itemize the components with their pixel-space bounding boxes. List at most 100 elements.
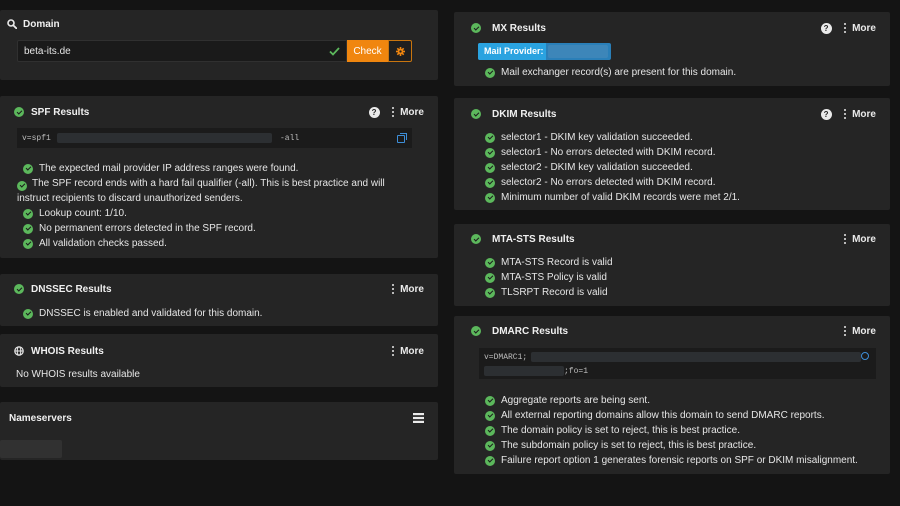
copy-icon[interactable] (861, 352, 869, 360)
dkim-title: DKIM Results (492, 108, 557, 120)
copy-icon[interactable] (397, 132, 407, 143)
settings-button[interactable] (388, 40, 412, 62)
success-check-icon (485, 132, 495, 143)
domain-input[interactable] (24, 44, 314, 58)
success-check-icon (23, 223, 33, 234)
mtasts-more-button[interactable]: More (843, 233, 876, 245)
mtasts-results-list: MTA-STS Record is valid MTA-STS Policy i… (485, 255, 880, 300)
dnssec-card: DNSSEC Results More DNSSEC is enabled an… (0, 274, 438, 326)
dmarc-results-list: Aggregate reports are being sent. All ex… (485, 393, 880, 468)
valid-check-icon (329, 47, 340, 56)
domain-card: Domain Check (0, 10, 438, 80)
mx-title: MX Results (492, 22, 546, 34)
mtasts-status-icon (471, 234, 481, 244)
spf-result-item: All validation checks passed. (23, 236, 408, 251)
success-check-icon (485, 287, 495, 298)
dkim-result-item: selector1 - DKIM key validation succeede… (485, 130, 880, 145)
kebab-icon (843, 22, 847, 34)
spf-result-item: Lookup count: 1/10. (23, 206, 408, 221)
spf-title: SPF Results (31, 106, 90, 118)
dmarc-record-prefix: v=DMARC1; (484, 353, 528, 362)
table-icon[interactable] (413, 413, 424, 423)
success-check-icon (485, 395, 495, 406)
domain-header: Domain (0, 10, 438, 38)
dmarc-title: DMARC Results (492, 325, 569, 337)
dnssec-result-item: DNSSEC is enabled and validated for this… (23, 306, 428, 321)
spf-status-icon (14, 107, 24, 117)
mtasts-result-item: TLSRPT Record is valid (485, 285, 880, 300)
dmarc-more-button[interactable]: More (843, 325, 876, 337)
success-check-icon (485, 177, 495, 188)
help-icon[interactable]: ? (820, 22, 832, 34)
dkim-results-list: selector1 - DKIM key validation succeede… (485, 130, 880, 205)
dnssec-more-button[interactable]: More (391, 284, 424, 295)
mail-provider-redacted (548, 45, 608, 58)
nameservers-header: Nameservers (0, 404, 438, 432)
mtasts-result-item: MTA-STS Policy is valid (485, 270, 880, 285)
dmarc-result-item: The domain policy is set to reject, this… (485, 423, 880, 438)
mx-result-item: Mail exchanger record(s) are present for… (485, 65, 880, 80)
spf-result-item: The expected mail provider IP address ra… (23, 161, 408, 176)
check-button[interactable]: Check (347, 40, 388, 62)
domain-input-wrap (17, 40, 347, 62)
kebab-icon (843, 233, 847, 245)
dmarc-result-item: All external reporting domains allow thi… (485, 408, 880, 423)
globe-icon (14, 346, 24, 356)
kebab-icon (843, 108, 847, 120)
success-check-icon (485, 272, 495, 283)
mx-card: MX Results ? More Mail Provider: Mail ex… (454, 12, 890, 86)
spf-more-label: More (400, 106, 424, 118)
whois-more-button[interactable]: More (391, 345, 424, 357)
success-check-icon (17, 180, 27, 191)
dmarc-record-redacted (484, 366, 564, 376)
whois-title: WHOIS Results (31, 345, 104, 357)
dnssec-title: DNSSEC Results (31, 283, 112, 295)
dkim-more-button[interactable]: More (843, 108, 876, 120)
dnssec-status-icon (14, 284, 24, 294)
gear-icon (395, 46, 405, 56)
nameservers-card: Nameservers (0, 402, 438, 460)
nameservers-title: Nameservers (9, 412, 72, 424)
spf-more-button[interactable]: More (391, 106, 424, 118)
dnssec-header: DNSSEC Results More (0, 275, 438, 303)
dmarc-result-item: Failure report option 1 generates forens… (485, 453, 880, 468)
mx-results-list: Mail exchanger record(s) are present for… (485, 65, 880, 80)
spf-header-actions: ? More (368, 106, 424, 118)
dnssec-results-list: DNSSEC is enabled and validated for this… (23, 306, 428, 321)
success-check-icon (485, 192, 495, 203)
kebab-icon (843, 325, 847, 337)
spf-header: SPF Results ? More (0, 98, 438, 126)
dkim-header: DKIM Results ? More (454, 100, 890, 128)
dmarc-record-suffix: ;fo=1 (564, 367, 589, 376)
mx-status-icon (471, 23, 481, 33)
whois-header: WHOIS Results More (0, 337, 438, 365)
dkim-result-item: selector2 - DKIM key validation succeede… (485, 160, 880, 175)
dkim-result-item: Minimum number of valid DKIM records wer… (485, 190, 880, 205)
success-check-icon (485, 67, 495, 78)
mtasts-title: MTA-STS Results (492, 233, 575, 245)
help-icon[interactable]: ? (820, 108, 832, 120)
dmarc-card: DMARC Results More v=DMARC1; ;fo=1 Aggre… (454, 316, 890, 474)
dkim-card: DKIM Results ? More selector1 - DKIM key… (454, 98, 890, 210)
spf-card: SPF Results ? More v=spf1 -all The expec… (0, 96, 438, 258)
spf-record-prefix: v=spf1 (22, 134, 51, 143)
mx-header: MX Results ? More (454, 14, 890, 42)
success-check-icon (485, 440, 495, 451)
mtasts-card: MTA-STS Results More MTA-STS Record is v… (454, 224, 890, 306)
whois-card: WHOIS Results More No WHOIS results avai… (0, 334, 438, 387)
success-check-icon (23, 163, 33, 174)
mtasts-header: MTA-STS Results More (454, 225, 890, 253)
nameservers-redacted (0, 440, 62, 458)
mail-provider-badge: Mail Provider: (478, 43, 611, 60)
whois-empty-text: No WHOIS results available (16, 369, 140, 380)
kebab-icon (391, 106, 395, 118)
mail-provider-label: Mail Provider: (478, 43, 546, 60)
help-icon[interactable]: ? (368, 106, 380, 118)
dkim-result-item: selector2 - No errors detected with DKIM… (485, 175, 880, 190)
spf-results-list: The expected mail provider IP address ra… (17, 161, 408, 251)
mx-more-button[interactable]: More (843, 22, 876, 34)
success-check-icon (485, 425, 495, 436)
search-icon (7, 19, 17, 29)
kebab-icon (391, 345, 395, 357)
spf-result-item: No permanent errors detected in the SPF … (23, 221, 408, 236)
